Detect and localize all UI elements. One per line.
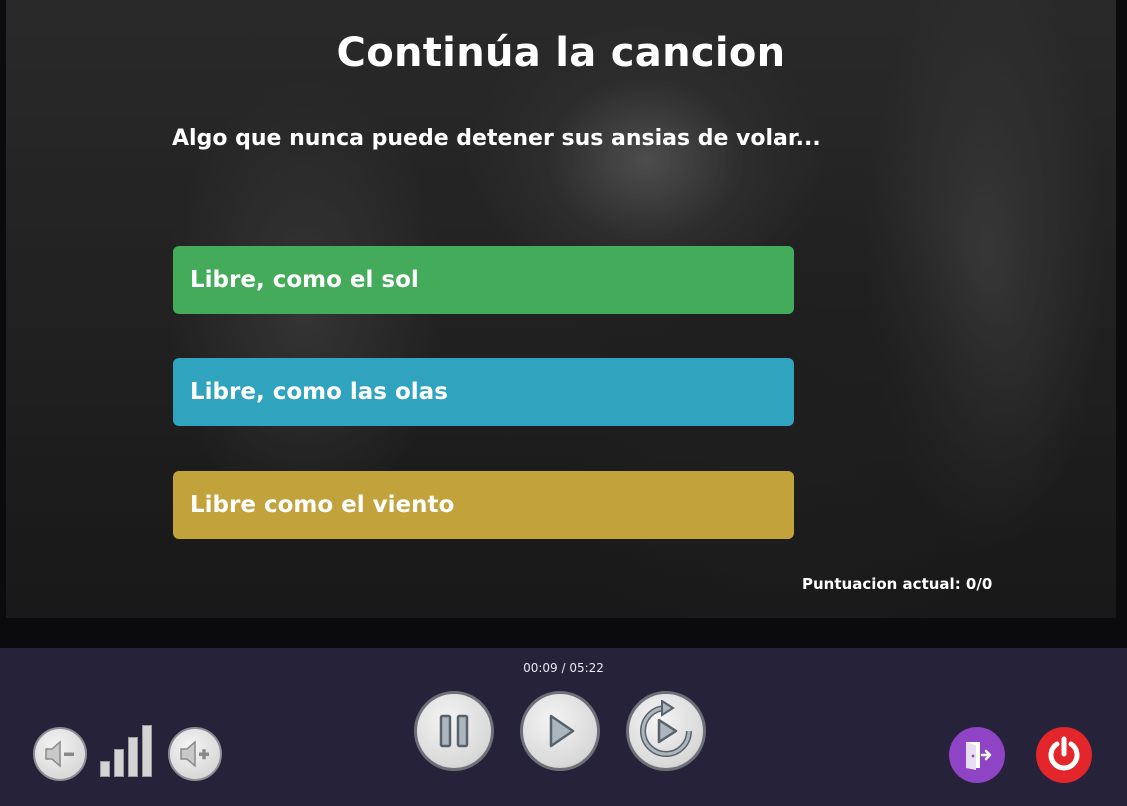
question-text: Algo que nunca puede detener sus ansias … [172,126,821,151]
answer-button-3[interactable]: Libre como el viento [173,471,794,539]
volume-down-button[interactable] [33,727,87,781]
exit-button[interactable] [949,727,1005,783]
answer-label: Libre, como las olas [190,379,448,405]
play-button[interactable] [520,691,600,771]
answer-label: Libre, como el sol [190,267,419,293]
power-icon [1048,736,1080,771]
score-text: Puntuacion actual: 0/0 [802,575,993,593]
time-display: 00:09 / 05:22 [523,661,604,675]
volume-up-icon [180,740,209,768]
volume-down-icon [45,740,74,768]
replay-button[interactable] [626,691,706,771]
page-title: Continúa la cancion [336,30,786,76]
exit-door-icon [966,742,992,770]
answer-button-2[interactable]: Libre, como las olas [173,358,794,426]
video-stage: Continúa la cancion Algo que nunca puede… [0,0,1127,648]
volume-level-icon[interactable] [100,725,156,777]
replay-icon [640,700,692,757]
play-icon [549,714,575,748]
pause-icon [439,714,469,748]
video-background: Continúa la cancion Algo que nunca puede… [6,0,1116,618]
volume-up-button[interactable] [168,727,222,781]
power-button[interactable] [1036,727,1092,783]
answer-label: Libre como el viento [190,492,455,518]
answer-button-1[interactable]: Libre, como el sol [173,246,794,314]
pause-button[interactable] [414,691,494,771]
